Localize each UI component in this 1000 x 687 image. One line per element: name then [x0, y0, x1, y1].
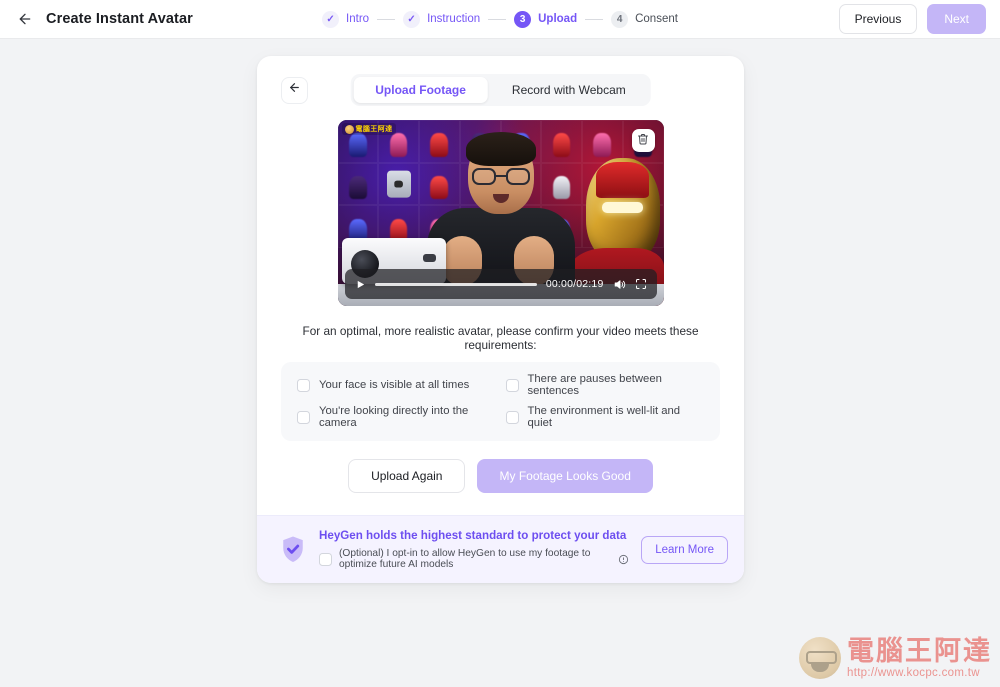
card-back-button[interactable] — [281, 76, 308, 104]
shelf-cell — [419, 162, 460, 206]
video-controls: 00:00/02:19 — [344, 269, 657, 299]
requirement-checkbox-looking-camera[interactable] — [297, 410, 310, 424]
step-consent-label: Consent — [635, 13, 678, 25]
watermark-brand: 電腦王阿達 — [847, 636, 992, 667]
source-tabs: Upload Footage Record with Webcam — [350, 74, 651, 106]
upload-card-body: Upload Footage Record with Webcam 電腦王阿達 … — [257, 56, 744, 515]
step-separator — [377, 18, 396, 20]
progress-stepper: ✓ Intro ✓ Instruction 3 Upload 4 Consent — [0, 10, 1000, 28]
requirement-label: The environment is well-lit and quiet — [527, 405, 681, 429]
step-separator — [585, 18, 604, 20]
privacy-title: HeyGen holds the highest standard to pro… — [319, 529, 627, 542]
step-instruction-check-icon: ✓ — [403, 10, 421, 28]
requirements-title: For an optimal, more realistic avatar, p… — [302, 324, 699, 352]
shelf-cell — [541, 120, 582, 163]
learn-more-button[interactable]: Learn More — [641, 535, 728, 564]
step-separator — [488, 18, 507, 20]
card-actions: Upload Again My Footage Looks Good — [281, 459, 720, 493]
video-player[interactable]: 電腦王阿達 00:00/02:19 — [337, 120, 664, 306]
info-icon[interactable] — [618, 554, 629, 565]
volume-icon[interactable] — [613, 278, 626, 291]
shelf-cell — [378, 162, 419, 206]
step-upload[interactable]: 3 Upload — [514, 10, 578, 28]
app-header: Create Instant Avatar ✓ Intro ✓ Instruct… — [0, 0, 1000, 39]
fullscreen-icon[interactable] — [635, 278, 647, 290]
arrow-left-icon — [288, 81, 301, 99]
play-icon[interactable] — [355, 279, 366, 290]
privacy-text-group: HeyGen holds the highest standard to pro… — [319, 529, 629, 570]
step-instruction[interactable]: ✓ Instruction — [403, 10, 481, 28]
page-watermark: 電腦王阿達 http://www.kocpc.com.tw — [799, 637, 992, 679]
shelf-cell — [541, 162, 582, 206]
watermark-text-group: 電腦王阿達 http://www.kocpc.com.tw — [847, 638, 992, 679]
tab-upload-footage[interactable]: Upload Footage — [353, 77, 488, 103]
requirement-item[interactable]: Your face is visible at all times — [297, 373, 496, 397]
optin-row[interactable]: (Optional) I opt-in to allow HeyGen to u… — [319, 548, 629, 570]
upload-again-button[interactable]: Upload Again — [348, 459, 466, 493]
step-upload-label: Upload — [538, 13, 578, 25]
step-instruction-label: Instruction — [427, 13, 481, 25]
requirement-label: Your face is visible at all times — [319, 379, 470, 391]
optin-label: (Optional) I opt-in to allow HeyGen to u… — [339, 548, 591, 570]
person-hair — [465, 132, 536, 166]
upload-card: Upload Footage Record with Webcam 電腦王阿達 … — [257, 56, 744, 583]
tab-record-with-webcam[interactable]: Record with Webcam — [490, 77, 648, 103]
requirement-label: There are pauses between sentences — [527, 373, 662, 397]
trash-icon — [637, 132, 649, 150]
requirements-checklist: Your face is visible at all times There … — [281, 362, 720, 441]
watermark-mascot-icon — [799, 637, 841, 679]
shelf-cell — [419, 120, 460, 163]
step-intro-check-icon: ✓ — [322, 10, 340, 28]
optin-checkbox[interactable] — [319, 552, 332, 566]
video-progress-bar[interactable] — [374, 282, 537, 286]
watermark-url: http://www.kocpc.com.tw — [847, 667, 980, 679]
requirement-checkbox-face-visible[interactable] — [297, 378, 310, 392]
step-consent-number: 4 — [611, 10, 629, 28]
video-watermark-text: 電腦王阿達 — [355, 126, 393, 133]
requirement-checkbox-pauses[interactable] — [505, 378, 519, 392]
shelf-cell — [337, 162, 379, 206]
shield-check-icon — [279, 534, 307, 565]
requirement-checkbox-environment[interactable] — [505, 410, 519, 424]
footage-looks-good-button[interactable]: My Footage Looks Good — [477, 459, 653, 493]
requirement-item[interactable]: You're looking directly into the camera — [297, 405, 496, 429]
step-intro-label: Intro — [346, 13, 370, 25]
card-top-row: Upload Footage Record with Webcam — [281, 74, 720, 106]
step-intro[interactable]: ✓ Intro — [322, 10, 370, 28]
requirement-label: You're looking directly into the camera — [319, 405, 469, 429]
shelf-cell — [582, 120, 623, 163]
iron-man-helmet — [585, 158, 660, 262]
step-upload-number: 3 — [514, 10, 532, 28]
requirement-item[interactable]: There are pauses between sentences — [505, 373, 705, 397]
privacy-banner: HeyGen holds the highest standard to pro… — [257, 515, 744, 583]
requirement-item[interactable]: The environment is well-lit and quiet — [505, 405, 705, 429]
video-watermark: 電腦王阿達 — [341, 123, 396, 135]
delete-video-button[interactable] — [631, 129, 655, 152]
step-consent[interactable]: 4 Consent — [611, 10, 678, 28]
person-glasses — [471, 168, 530, 185]
page-stage: Upload Footage Record with Webcam 電腦王阿達 … — [0, 39, 1000, 687]
video-time: 00:00/02:19 — [545, 278, 604, 290]
watermark-mascot-icon — [344, 124, 354, 134]
